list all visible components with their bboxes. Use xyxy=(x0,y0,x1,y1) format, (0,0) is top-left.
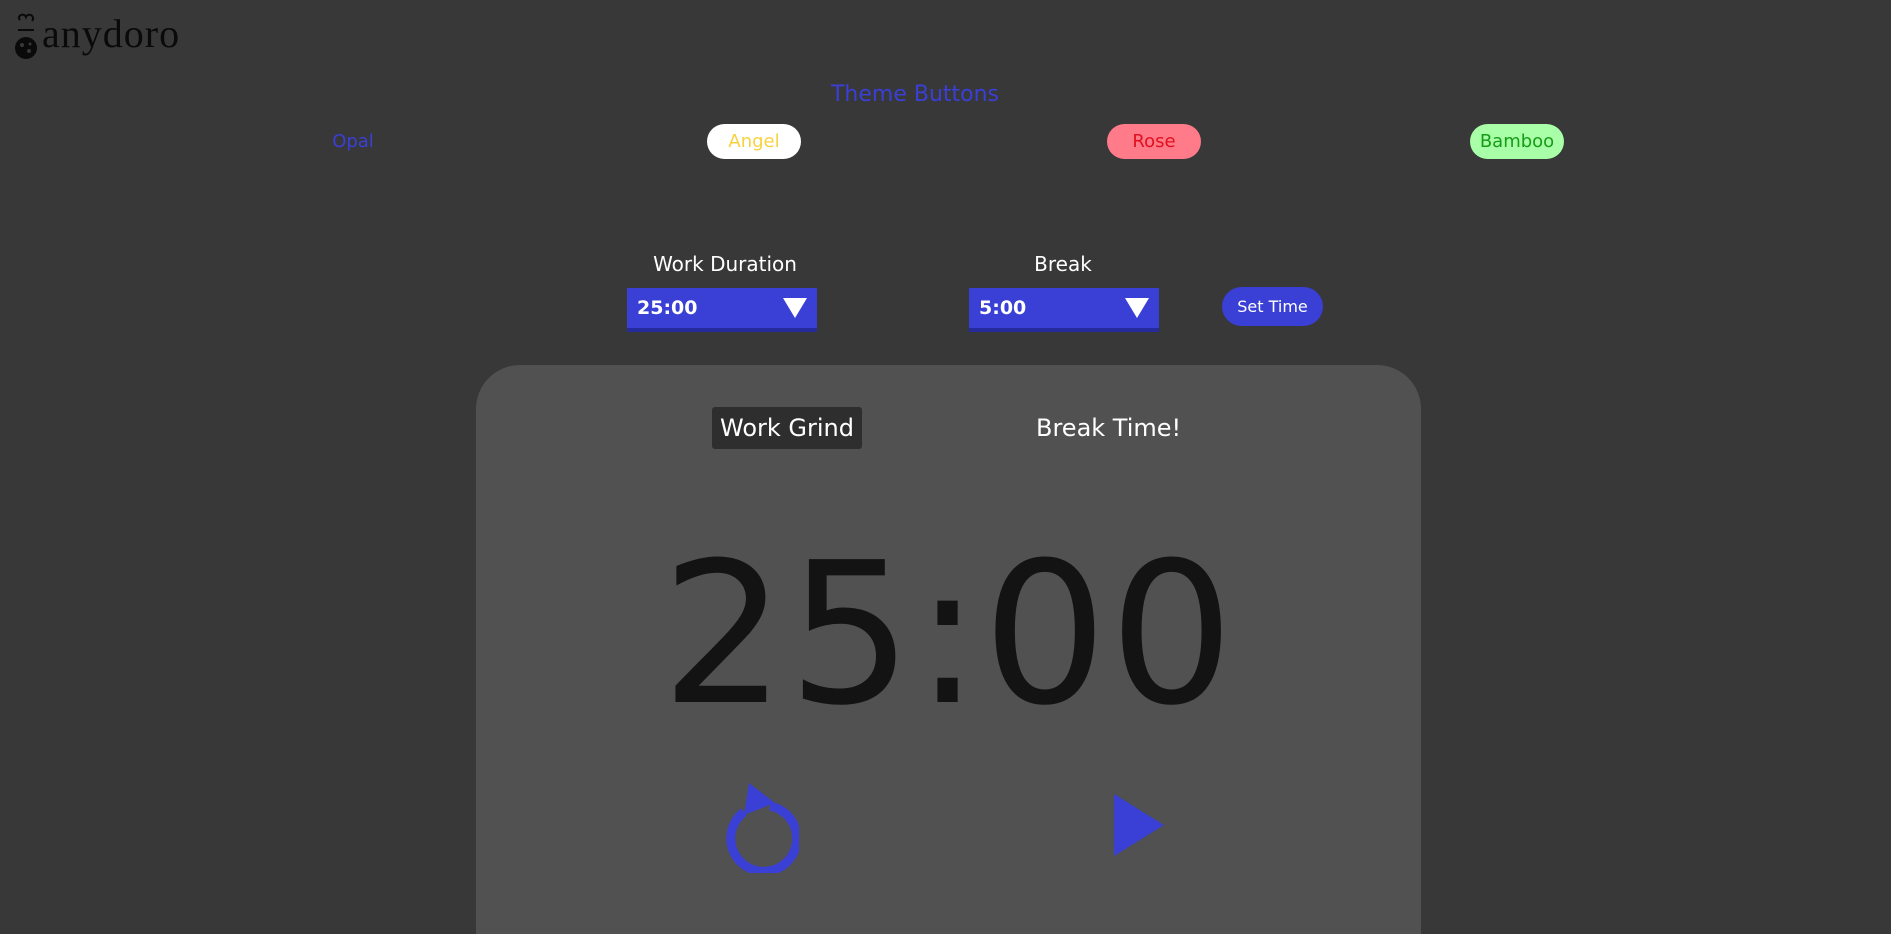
break-duration-value: 5:00 xyxy=(979,297,1027,319)
timer-display: 25:00 xyxy=(661,521,1236,749)
theme-angel-button[interactable]: Angel xyxy=(707,124,801,159)
work-duration-label: Work Duration xyxy=(653,252,797,276)
reset-icon[interactable] xyxy=(713,773,802,876)
work-mode-button[interactable]: Work Grind xyxy=(712,407,862,449)
page: anydoro Theme Buttons Opal Angel Rose Ba… xyxy=(0,0,1891,934)
play-icon[interactable] xyxy=(1108,790,1168,860)
dropdown-arrow-icon xyxy=(1125,298,1149,318)
logo-text: anydoro xyxy=(42,11,181,56)
work-duration-value: 25:00 xyxy=(637,297,698,319)
work-duration-select[interactable]: 25:00 xyxy=(627,288,817,332)
theme-bamboo-button[interactable]: Bamboo xyxy=(1470,124,1564,159)
break-duration-label: Break xyxy=(1034,252,1092,276)
timer-card: Work Grind Break Time! 25:00 xyxy=(476,365,1421,934)
theme-rose-button[interactable]: Rose xyxy=(1107,124,1201,159)
break-mode-button[interactable]: Break Time! xyxy=(1028,407,1189,449)
logo: anydoro xyxy=(12,8,180,60)
theme-title: Theme Buttons xyxy=(830,82,1000,107)
break-duration-select[interactable]: 5:00 xyxy=(969,288,1159,332)
dropdown-arrow-icon xyxy=(783,298,807,318)
logo-mark-icon xyxy=(12,8,42,60)
theme-opal-button[interactable]: Opal xyxy=(306,124,400,159)
set-time-button[interactable]: Set Time xyxy=(1222,287,1323,326)
